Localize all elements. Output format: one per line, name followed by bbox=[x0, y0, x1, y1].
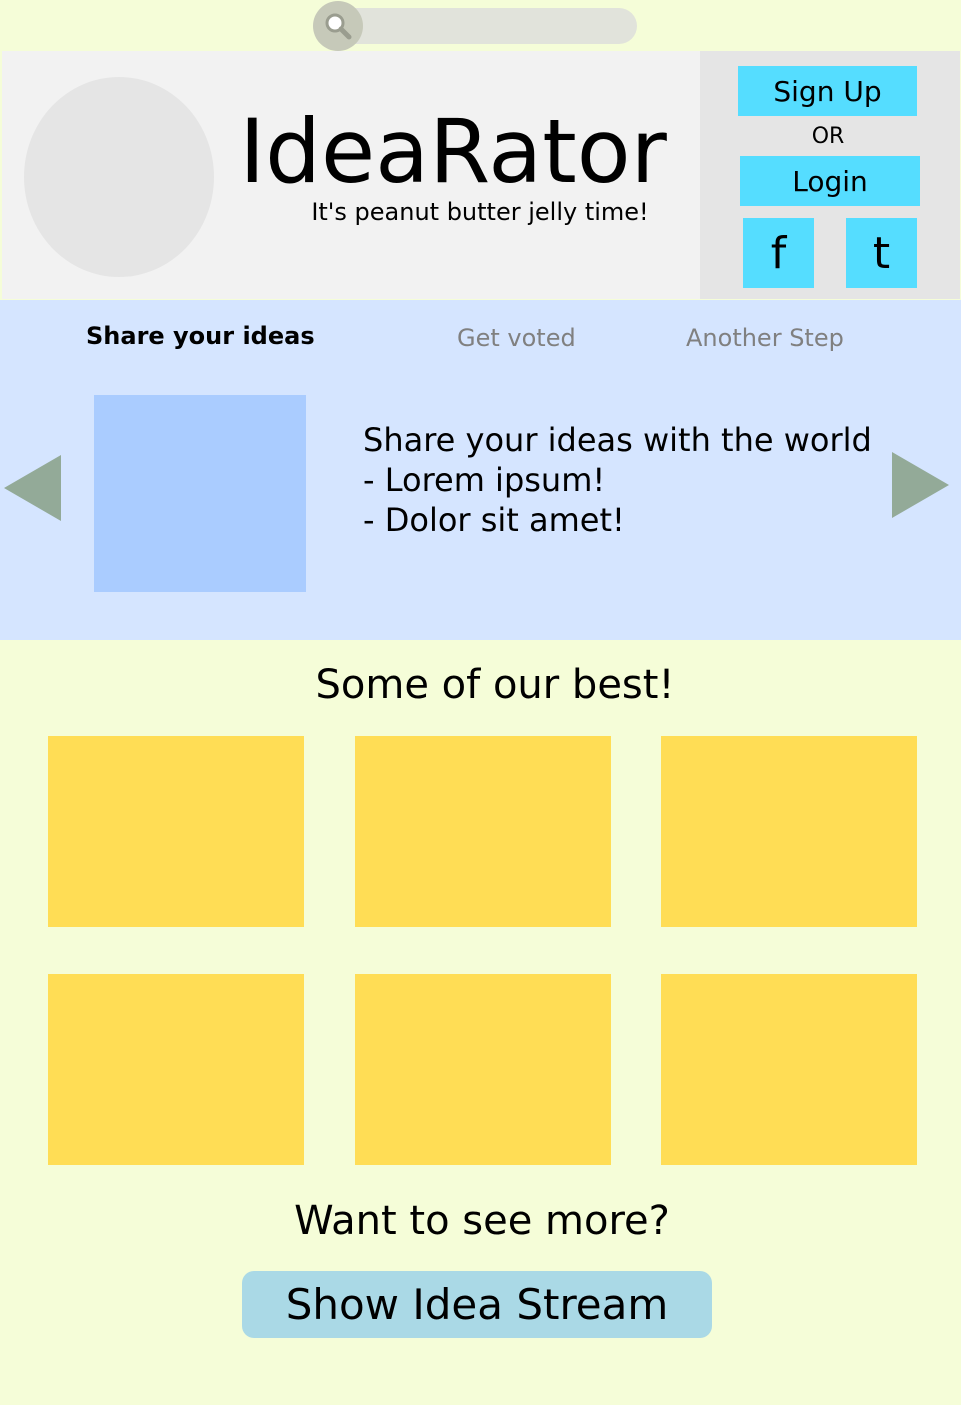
search-icon[interactable] bbox=[313, 1, 363, 51]
idea-card[interactable] bbox=[661, 974, 917, 1165]
triangle-right-icon[interactable] bbox=[892, 452, 949, 518]
slide-text-line: - Dolor sit amet! bbox=[363, 501, 625, 539]
brand-title: IdeaRator bbox=[239, 100, 667, 203]
idea-card[interactable] bbox=[355, 974, 611, 1165]
tab-another-step[interactable]: Another Step bbox=[686, 322, 844, 354]
twitter-button[interactable]: t bbox=[846, 218, 917, 288]
idea-card[interactable] bbox=[48, 974, 304, 1165]
slide-text-line: Share your ideas with the world bbox=[363, 421, 872, 459]
tab-share-your-ideas[interactable]: Share your ideas bbox=[86, 320, 315, 352]
carousel-image bbox=[94, 395, 306, 592]
signup-button[interactable]: Sign Up bbox=[738, 66, 917, 116]
idea-card[interactable] bbox=[661, 736, 917, 927]
or-separator: OR bbox=[811, 124, 845, 149]
slide-text-line: - Lorem ipsum! bbox=[363, 461, 606, 499]
idea-card[interactable] bbox=[48, 736, 304, 927]
best-heading: Some of our best! bbox=[315, 662, 675, 708]
facebook-button[interactable]: f bbox=[743, 218, 814, 288]
triangle-left-icon[interactable] bbox=[4, 455, 61, 521]
brand-tagline: It's peanut butter jelly time! bbox=[311, 198, 649, 226]
more-heading: Want to see more? bbox=[294, 1198, 670, 1244]
search-input[interactable] bbox=[337, 8, 637, 44]
tab-get-voted[interactable]: Get voted bbox=[457, 322, 576, 354]
show-idea-stream-button[interactable]: Show Idea Stream bbox=[242, 1271, 712, 1338]
idea-card[interactable] bbox=[355, 736, 611, 927]
logo-placeholder bbox=[24, 77, 214, 277]
login-button[interactable]: Login bbox=[740, 156, 920, 206]
